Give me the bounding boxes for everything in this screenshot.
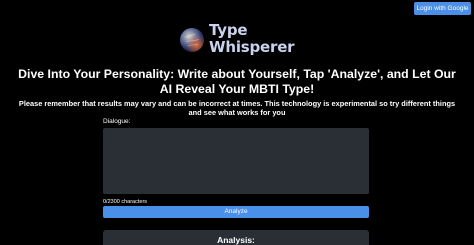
headline-line2: AI Reveal Your MBTI Type! [159, 81, 315, 96]
brain-sphere-icon [180, 28, 204, 52]
analysis-title: Analysis: [217, 235, 255, 245]
brand-logo[interactable]: Type Whisperer [179, 20, 295, 60]
disclaimer-text: Please remember that results may vary an… [0, 99, 474, 117]
page: Login with Google Type Whisperer Dive In… [0, 0, 474, 245]
login-with-google-button[interactable]: Login with Google [414, 2, 471, 15]
page-headline: Dive Into Your Personality: Write about … [0, 67, 474, 96]
headline-line1: Dive Into Your Personality: Write about … [18, 67, 456, 81]
character-count: 0/2300 characters [103, 199, 148, 205]
brand-name-line1: Type [209, 21, 248, 39]
analysis-panel: Analysis: [103, 230, 369, 245]
disclaimer-line1: Please remember that results may vary an… [18, 99, 456, 108]
dialogue-textarea[interactable] [103, 128, 369, 194]
brand-name-line2: Whisperer [209, 38, 295, 56]
dialogue-label: Dialogue: [103, 118, 131, 125]
analyze-button[interactable]: Analyze [103, 206, 369, 218]
brand-name: Type Whisperer [209, 21, 295, 56]
disclaimer-line2: and see what works for you [188, 108, 286, 117]
